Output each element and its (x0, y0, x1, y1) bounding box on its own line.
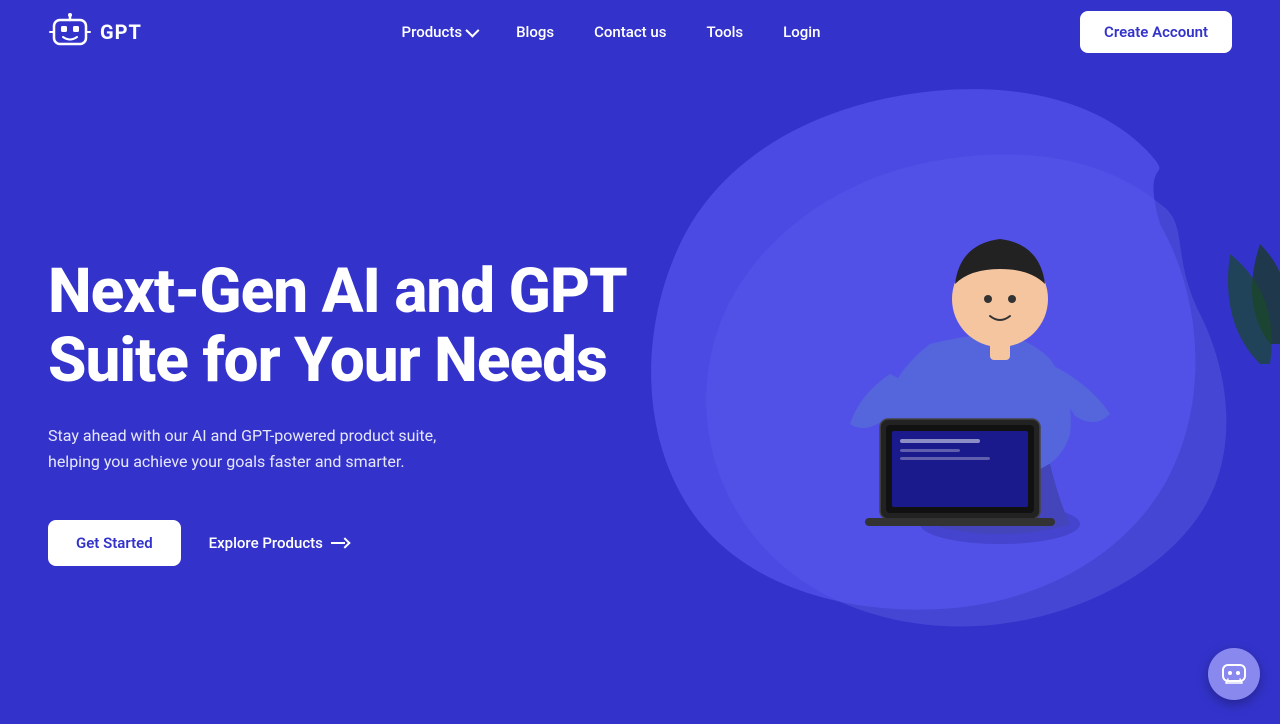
nav-links: Products Blogs Contact us Tools Login (386, 15, 837, 49)
hero-content: Next-Gen AI and GPT Suite for Your Needs… (48, 258, 648, 565)
nav-link-tools[interactable]: Tools (690, 15, 759, 49)
hero-subtitle: Stay ahead with our AI and GPT-powered p… (48, 423, 438, 476)
arrow-right-icon (331, 534, 349, 552)
create-account-button[interactable]: Create Account (1080, 11, 1232, 53)
hero-section: ! 1 Next-Gen AI and GPT Suite for Your N… (0, 64, 1280, 720)
nav-item-contact[interactable]: Contact us (578, 15, 682, 49)
nav-item-products[interactable]: Products (386, 15, 493, 49)
get-started-button[interactable]: Get Started (48, 520, 181, 566)
logo-icon (48, 10, 92, 54)
hero-illustration: ! 1 (600, 44, 1280, 724)
nav-item-tools[interactable]: Tools (690, 15, 759, 49)
nav-item-login[interactable]: Login (767, 15, 836, 49)
chevron-down-icon (465, 24, 479, 38)
navbar: GPT Products Blogs Contact us Tools (0, 0, 1280, 64)
hero-title: Next-Gen AI and GPT Suite for Your Needs (48, 258, 648, 394)
chatbot-icon (1220, 660, 1248, 688)
nav-link-login[interactable]: Login (767, 15, 836, 49)
explore-products-link[interactable]: Explore Products (209, 534, 349, 552)
nav-link-contact[interactable]: Contact us (578, 15, 682, 49)
nav-item-blogs[interactable]: Blogs (500, 15, 570, 49)
logo[interactable]: GPT (48, 10, 142, 54)
chatbot-bubble[interactable] (1208, 648, 1260, 700)
nav-link-blogs[interactable]: Blogs (500, 15, 570, 49)
nav-link-products[interactable]: Products (386, 15, 493, 49)
logo-text: GPT (100, 20, 142, 44)
hero-buttons: Get Started Explore Products (48, 520, 648, 566)
